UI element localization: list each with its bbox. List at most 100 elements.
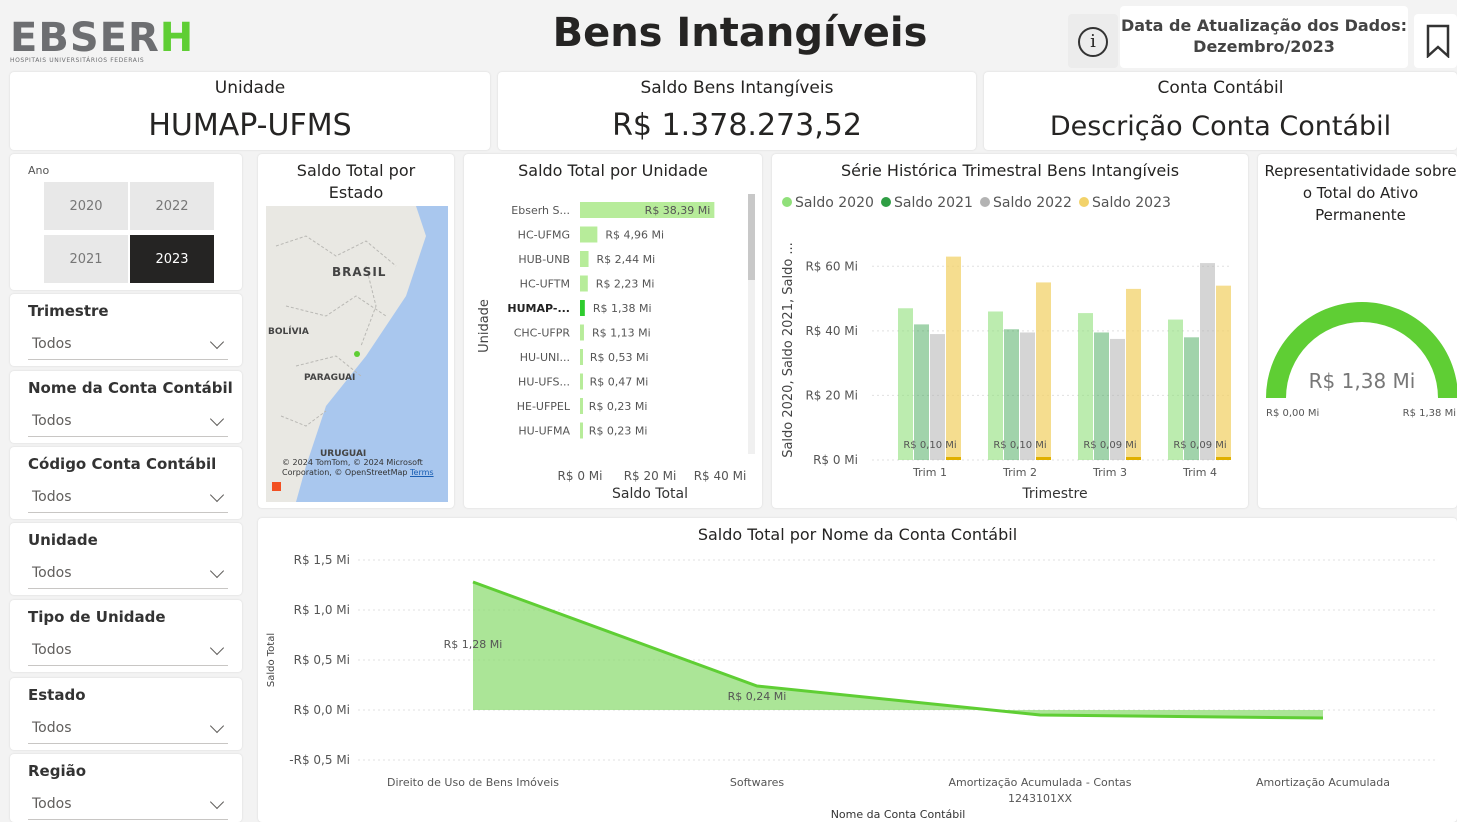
dropdown-value: Todos xyxy=(32,720,72,736)
y-tick-label: CHC-UFPR xyxy=(514,327,571,340)
gauge-card: Representatividade sobre o Total do Ativ… xyxy=(1258,154,1457,508)
unidade-bar-chart[interactable]: Unidade Ebserh S... R$ 38,39 Mi HC-UFMG R$ 4… xyxy=(464,154,762,508)
map-attribution: © 2024 TomTom, © 2024 Microsoft Corporat… xyxy=(282,458,446,478)
slicer-title: Estado xyxy=(28,686,86,704)
y-axis-title: Saldo Total xyxy=(266,633,277,687)
slicer-title: Unidade xyxy=(28,531,98,549)
y-tick-label: HC-UFMG xyxy=(518,229,570,242)
bar xyxy=(1200,263,1215,460)
trimestre-dropdown[interactable]: Todos xyxy=(28,330,228,360)
x-tick-label: Trim 3 xyxy=(1092,466,1127,479)
page-title: Bens Intangíveis xyxy=(552,10,928,56)
y-tick-label: HUB-UNB xyxy=(518,253,570,266)
regiao-dropdown[interactable]: Todos xyxy=(28,790,228,820)
map-label-bolivia: BOLÍVIA xyxy=(268,325,309,337)
x-tick-label: Trim 2 xyxy=(1002,466,1037,479)
info-button[interactable]: i xyxy=(1068,14,1118,68)
data-label: R$ 0,24 Mi xyxy=(728,690,787,703)
bar xyxy=(580,324,584,341)
dropdown-value: Todos xyxy=(32,565,72,581)
legend-label: Saldo 2022 xyxy=(993,195,1072,211)
bar xyxy=(1036,282,1051,460)
gauge-chart[interactable]: R$ 1,38 Mi R$ 0,00 Mi R$ 1,38 Mi xyxy=(1258,154,1457,508)
kpi-saldo: Saldo Bens Intangíveis R$ 1.378.273,52 xyxy=(498,72,976,150)
data-label: R$ 2,44 Mi xyxy=(597,253,656,266)
chevron-down-icon xyxy=(209,487,225,503)
update-value: Dezembro/2023 xyxy=(1193,37,1335,56)
map-label-brasil: BRASIL xyxy=(332,265,386,279)
year-button-2023[interactable]: 2023 xyxy=(130,235,214,283)
microsoft-logo xyxy=(272,482,281,491)
x-tick-label: Trim 4 xyxy=(1182,466,1217,479)
bar xyxy=(1078,313,1093,460)
data-label: R$ 38,39 Mi xyxy=(645,204,711,217)
map-visual[interactable]: BRASIL BOLÍVIA PARAGUAI URUGUAI © 2024 T… xyxy=(266,206,448,502)
bar xyxy=(898,308,913,460)
x-tick-label: Trim 1 xyxy=(912,466,947,479)
y-tick-label: -R$ 0,5 Mi xyxy=(289,753,350,767)
kpi-saldo-value: R$ 1.378.273,52 xyxy=(612,108,862,143)
y-tick-label: R$ 20 Mi xyxy=(805,388,858,402)
chevron-down-icon xyxy=(209,563,225,579)
bar xyxy=(1126,288,1141,460)
dropdown-value: Todos xyxy=(32,642,72,658)
codigo-conta-dropdown[interactable]: Todos xyxy=(28,483,228,513)
y-tick-label: HE-UFPEL xyxy=(517,400,571,413)
bar xyxy=(1168,319,1183,460)
data-label: R$ 0,23 Mi xyxy=(589,400,648,413)
bar-2023-marker xyxy=(946,457,961,460)
gauge-value: R$ 1,38 Mi xyxy=(1309,369,1416,393)
y-tick-label: Ebserh S... xyxy=(511,204,570,217)
map-terms-link[interactable]: Terms xyxy=(410,468,434,477)
slicer-title: Nome da Conta Contábil xyxy=(28,379,233,397)
year-slicer: Ano 2020 2022 2021 2023 xyxy=(10,154,242,290)
kpi-saldo-label: Saldo Bens Intangíveis xyxy=(640,78,834,98)
slicer-regiao: Região Todos xyxy=(10,754,242,822)
ebserh-logo: EBSERH HOSPITAIS UNIVERSITÁRIOS FEDERAIS xyxy=(10,18,194,64)
bar xyxy=(580,275,588,292)
year-slicer-title: Ano xyxy=(28,164,50,177)
slicer-title: Tipo de Unidade xyxy=(28,608,166,626)
slicer-unidade: Unidade Todos xyxy=(10,523,242,595)
legend-marker xyxy=(881,197,891,207)
slicer-tipo-unidade: Tipo de Unidade Todos xyxy=(10,600,242,672)
year-button-2020[interactable]: 2020 xyxy=(44,182,128,230)
y-tick-label: HU-UFMA xyxy=(518,425,570,438)
bar xyxy=(580,373,583,390)
map-card: Saldo Total por Estado BRASIL BOLÍVIA PA… xyxy=(258,154,454,508)
y-tick-label: R$ 0,0 Mi xyxy=(294,703,350,717)
update-label: Data de Atualização dos Dados: xyxy=(1120,16,1408,35)
map-title: Saldo Total por Estado xyxy=(296,161,416,202)
map-point[interactable] xyxy=(354,351,360,357)
y-tick-label: HU-UFS... xyxy=(518,376,570,389)
y-tick-label: R$ 1,5 Mi xyxy=(294,553,350,567)
x-axis-title: Saldo Total xyxy=(612,486,688,502)
data-label: R$ 0,23 Mi xyxy=(589,425,648,438)
update-box: Data de Atualização dos Dados: Dezembro/… xyxy=(1120,6,1408,68)
area-chart[interactable]: -R$ 0,5 Mi R$ 0,0 Mi R$ 0,5 Mi R$ 1,0 Mi R$ … xyxy=(258,518,1457,822)
kpi-conta-label: Conta Contábil xyxy=(1157,78,1284,98)
kpi-conta-value: Descrição Conta Contábil xyxy=(1049,111,1392,142)
header: EBSERH HOSPITAIS UNIVERSITÁRIOS FEDERAIS… xyxy=(0,0,1457,72)
nome-conta-dropdown[interactable]: Todos xyxy=(28,407,228,437)
kpi-unidade-label: Unidade xyxy=(214,78,286,98)
bar xyxy=(580,422,583,439)
estado-dropdown[interactable]: Todos xyxy=(28,714,228,744)
x-tick-label: R$ 0 Mi xyxy=(558,469,603,483)
bookmark-button[interactable] xyxy=(1414,14,1457,68)
logo-text: EBSERH xyxy=(10,18,194,58)
serie-bar-chart[interactable]: Saldo 2020 Saldo 2021 Saldo 2022 Saldo 2023… xyxy=(772,154,1248,508)
tipo-unidade-dropdown[interactable]: Todos xyxy=(28,636,228,666)
x-axis-title: Nome da Conta Contábil xyxy=(831,808,966,821)
chevron-down-icon xyxy=(209,334,225,350)
dropdown-value: Todos xyxy=(32,796,72,812)
year-button-2022[interactable]: 2022 xyxy=(130,182,214,230)
slicer-title: Região xyxy=(28,762,87,780)
chevron-down-icon xyxy=(209,794,225,810)
year-button-2021[interactable]: 2021 xyxy=(44,235,128,283)
slicer-trimestre: Trimestre Todos xyxy=(10,294,242,366)
bar-label: R$ 0,09 Mi xyxy=(1083,440,1136,451)
y-tick-label: HC-UFTM xyxy=(520,278,570,291)
unidade-dropdown[interactable]: Todos xyxy=(28,559,228,589)
data-label: R$ 1,13 Mi xyxy=(592,327,651,340)
